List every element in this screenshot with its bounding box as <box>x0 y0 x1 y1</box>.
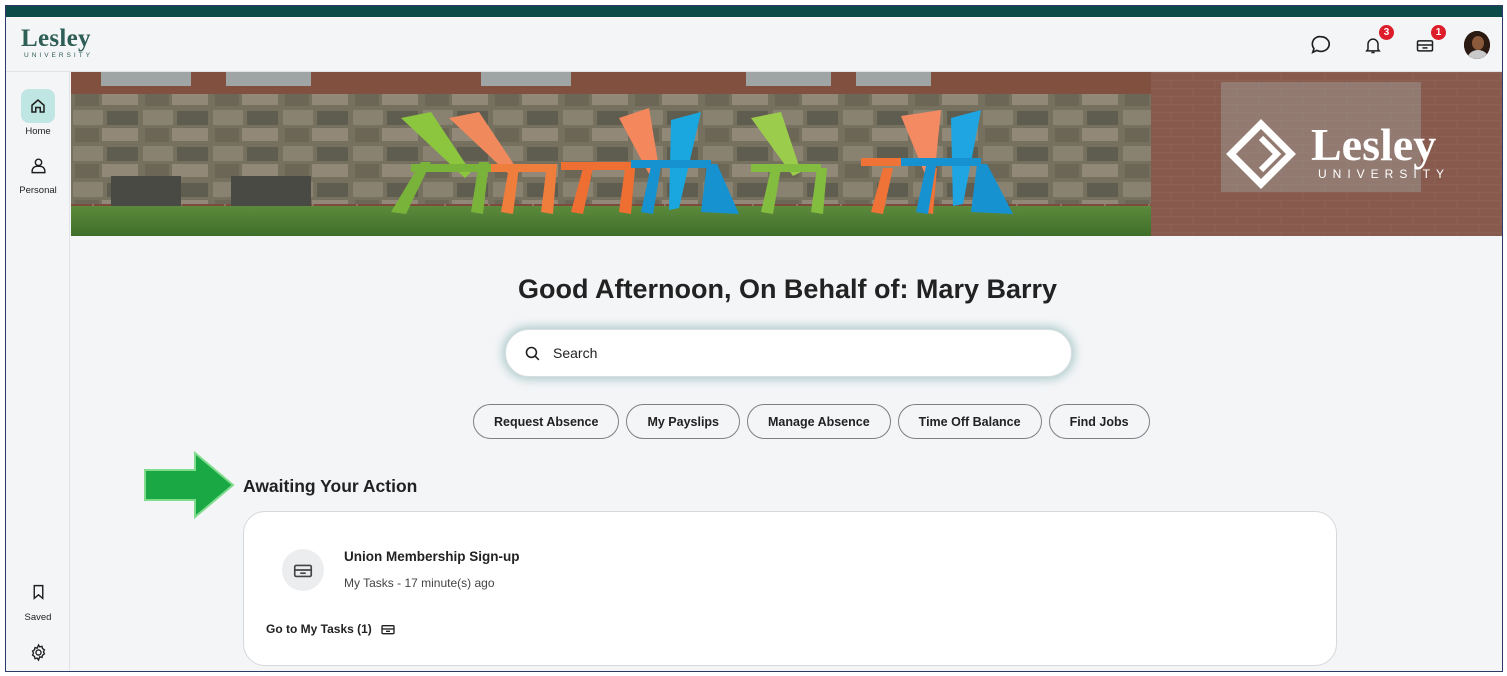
search-bar[interactable] <box>505 329 1072 377</box>
inbox-badge: 1 <box>1430 23 1447 41</box>
avatar <box>1464 30 1490 59</box>
time-off-balance-button[interactable]: Time Off Balance <box>897 404 1042 439</box>
sidebar-item-home[interactable]: Home <box>6 89 70 137</box>
lesley-logo[interactable]: Lesley UNIVERSITY <box>21 25 94 60</box>
banner-image: Lesley UNIVERSITY <box>71 72 1502 236</box>
banner-logo-subtitle: UNIVERSITY <box>1318 167 1450 181</box>
task-title[interactable]: Union Membership Sign-up <box>344 549 520 564</box>
gear-icon <box>31 643 45 661</box>
home-nav-icon-bg <box>21 89 55 123</box>
inbox-tray-icon <box>293 564 313 578</box>
task-meta: My Tasks - 17 minute(s) ago <box>344 576 495 590</box>
settings-nav-icon-bg <box>21 635 55 669</box>
go-to-my-tasks-label: Go to My Tasks (1) <box>266 622 372 636</box>
logo-word: Lesley <box>21 25 91 52</box>
awaiting-action-card: Union Membership Sign-up My Tasks - 17 m… <box>243 511 1337 666</box>
person-icon <box>30 157 46 173</box>
home-icon <box>31 99 45 113</box>
sidebar-item-label: Home <box>25 126 51 137</box>
quick-actions: Request Absence My Payslips Manage Absen… <box>473 404 1150 439</box>
task-icon-circle <box>282 549 324 591</box>
app-window: Lesley UNIVERSITY 3 1 Home Personal Save… <box>5 5 1503 672</box>
top-icons: 3 1 <box>1308 17 1490 72</box>
go-to-my-tasks-link[interactable]: Go to My Tasks (1) <box>266 621 396 637</box>
sidebar-settings[interactable] <box>6 635 70 669</box>
saved-nav-icon-bg <box>21 575 55 609</box>
manage-absence-button[interactable]: Manage Absence <box>747 404 891 439</box>
my-payslips-button[interactable]: My Payslips <box>626 404 741 439</box>
notifications-button[interactable]: 3 <box>1360 23 1395 58</box>
awaiting-action-heading: Awaiting Your Action <box>243 476 418 496</box>
notifications-badge: 3 <box>1378 23 1395 41</box>
search-input[interactable] <box>553 345 1033 361</box>
bookmark-icon <box>33 584 43 600</box>
top-bar: Lesley UNIVERSITY 3 1 <box>6 17 1502 72</box>
personal-nav-icon-bg <box>21 148 55 182</box>
search-icon <box>525 346 540 360</box>
logo-subtitle: UNIVERSITY <box>24 52 94 59</box>
inbox-tray-icon <box>381 625 395 635</box>
sidebar: Home Personal Saved <box>6 72 70 671</box>
sidebar-item-label: Saved <box>24 612 52 623</box>
chat-bubble-icon <box>1311 35 1330 54</box>
page-greeting: Good Afternoon, On Behalf of: Mary Barry <box>517 274 1058 304</box>
profile-button[interactable] <box>1464 30 1490 59</box>
sidebar-item-label: Personal <box>19 185 57 196</box>
green-arrow-annotation <box>142 450 236 525</box>
sidebar-item-personal[interactable]: Personal <box>6 148 70 196</box>
sidebar-item-saved[interactable]: Saved <box>6 575 70 623</box>
find-jobs-button[interactable]: Find Jobs <box>1048 404 1150 439</box>
inbox-button[interactable]: 1 <box>1412 23 1447 58</box>
banner-illustration: Lesley UNIVERSITY <box>71 72 1502 236</box>
chat-button[interactable] <box>1308 32 1334 58</box>
request-absence-button[interactable]: Request Absence <box>473 404 620 439</box>
banner-logo-word: Lesley <box>1311 119 1436 170</box>
top-accent-stripe <box>6 6 1502 17</box>
